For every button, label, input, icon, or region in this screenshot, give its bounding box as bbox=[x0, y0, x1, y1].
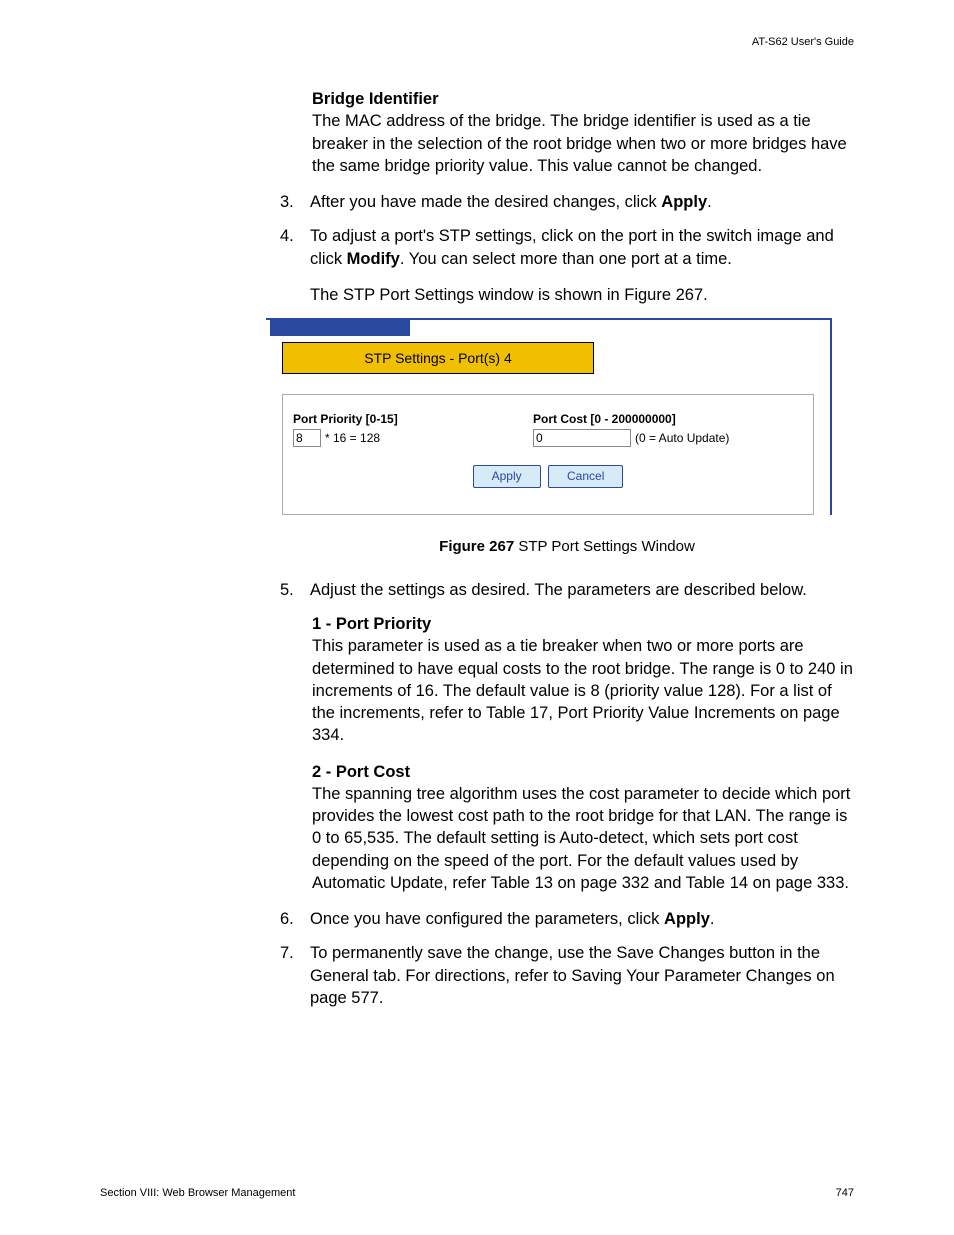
port-cost-input[interactable] bbox=[533, 429, 631, 447]
port-priority-input[interactable] bbox=[293, 429, 321, 447]
cancel-button[interactable]: Cancel bbox=[548, 465, 623, 487]
step-4-num: 4. bbox=[280, 225, 310, 306]
window-tab bbox=[270, 320, 410, 336]
port-cost-label: Port Cost [0 - 200000000] bbox=[533, 411, 773, 427]
step-7-num: 7. bbox=[280, 942, 310, 1009]
step-5-num: 5. bbox=[280, 579, 310, 601]
figure-caption-bold: Figure 267 bbox=[439, 538, 514, 555]
port-cost-note: (0 = Auto Update) bbox=[635, 430, 729, 446]
figure-267: STP Settings - Port(s) 4 Port Priority [… bbox=[266, 318, 854, 514]
step-3-text-c: . bbox=[707, 193, 712, 211]
figure-caption-rest: STP Port Settings Window bbox=[514, 538, 695, 555]
step-3-text-a: After you have made the desired changes,… bbox=[310, 193, 661, 211]
step-6-apply: Apply bbox=[664, 910, 710, 928]
stp-settings-panel: Port Priority [0-15] * 16 = 128 Port Cos… bbox=[282, 394, 814, 514]
step-6-text-a: Once you have configured the parameters,… bbox=[310, 910, 664, 928]
port-priority-note: * 16 = 128 bbox=[325, 430, 380, 446]
stp-settings-title: STP Settings - Port(s) 4 bbox=[364, 349, 512, 368]
port-cost-title: 2 - Port Cost bbox=[312, 761, 854, 783]
step-5-text: Adjust the settings as desired. The para… bbox=[310, 579, 854, 601]
step-4-note: The STP Port Settings window is shown in… bbox=[310, 284, 854, 306]
footer-section: Section VIII: Web Browser Management bbox=[100, 1187, 295, 1199]
footer-page: 747 bbox=[836, 1187, 854, 1199]
step-6-num: 6. bbox=[280, 908, 310, 930]
step-7-text: To permanently save the change, use the … bbox=[310, 942, 854, 1009]
bridge-identifier-title: Bridge Identifier bbox=[312, 88, 854, 110]
apply-button[interactable]: Apply bbox=[473, 465, 541, 487]
port-cost-body: The spanning tree algorithm uses the cos… bbox=[312, 783, 854, 894]
figure-caption: Figure 267 STP Port Settings Window bbox=[280, 537, 854, 557]
step-3-apply: Apply bbox=[661, 193, 707, 211]
step-6-text-c: . bbox=[710, 910, 715, 928]
bridge-identifier-body: The MAC address of the bridge. The bridg… bbox=[312, 110, 854, 177]
step-4-text-c: . You can select more than one port at a… bbox=[400, 250, 732, 268]
stp-settings-title-bar: STP Settings - Port(s) 4 bbox=[282, 342, 594, 374]
port-priority-label: Port Priority [0-15] bbox=[293, 411, 533, 427]
port-priority-body: This parameter is used as a tie breaker … bbox=[312, 635, 854, 746]
port-priority-title: 1 - Port Priority bbox=[312, 613, 854, 635]
header-guide: AT-S62 User's Guide bbox=[100, 36, 854, 48]
step-4-modify: Modify bbox=[347, 250, 400, 268]
step-3-num: 3. bbox=[280, 191, 310, 213]
